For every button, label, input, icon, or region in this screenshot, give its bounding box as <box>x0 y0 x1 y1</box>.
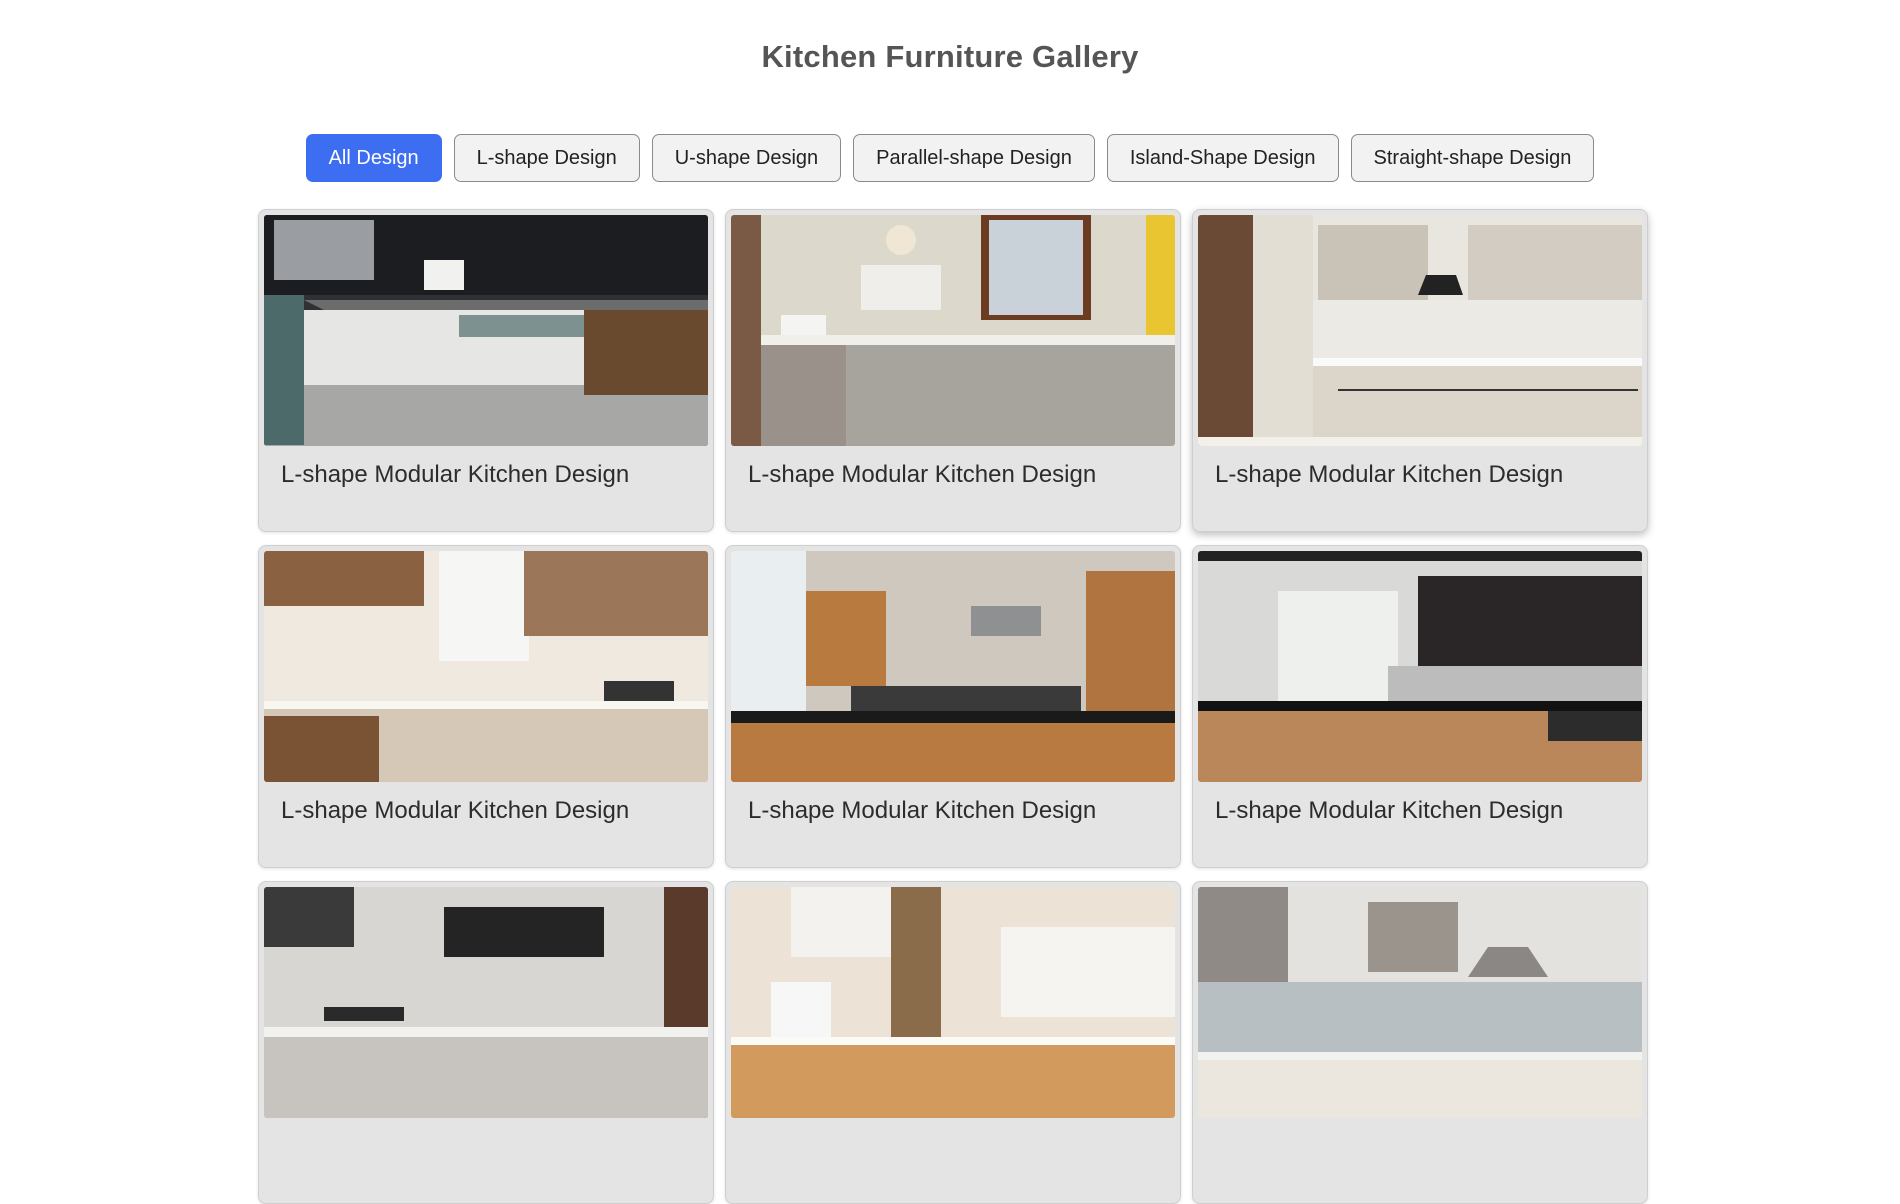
card-title: L-shape Modular Kitchen Design <box>281 461 630 488</box>
kitchen-image[interactable] <box>1198 551 1642 782</box>
filter-bar: All Design L-shape Design U-shape Design… <box>0 134 1900 182</box>
gallery-card[interactable]: L-shape Modular Kitchen Design <box>1192 545 1648 868</box>
kitchen-image[interactable] <box>1198 887 1642 1118</box>
card-title: L-shape Modular Kitchen Design <box>748 461 1097 488</box>
kitchen-image[interactable] <box>264 887 708 1118</box>
filter-u-shape-button[interactable]: U-shape Design <box>651 134 842 182</box>
gallery-card[interactable] <box>258 881 714 1204</box>
kitchen-image[interactable] <box>731 887 1175 1118</box>
page-title: Kitchen Furniture Gallery <box>761 38 1139 74</box>
filter-straight-shape-button[interactable]: Straight-shape Design <box>1350 134 1595 182</box>
kitchen-image[interactable] <box>264 215 708 446</box>
card-title: L-shape Modular Kitchen Design <box>281 797 630 824</box>
card-title: L-shape Modular Kitchen Design <box>1215 461 1564 488</box>
kitchen-image[interactable] <box>731 215 1175 446</box>
gallery-card[interactable]: L-shape Modular Kitchen Design <box>725 209 1181 532</box>
gallery-card[interactable]: L-shape Modular Kitchen Design <box>258 209 714 532</box>
kitchen-image[interactable] <box>731 551 1175 782</box>
gallery-grid: L-shape Modular Kitchen Design L-shape M… <box>258 209 1648 1204</box>
gallery-card[interactable] <box>1192 881 1648 1204</box>
gallery-card[interactable]: L-shape Modular Kitchen Design <box>258 545 714 868</box>
filter-island-shape-button[interactable]: Island-Shape Design <box>1106 134 1339 182</box>
filter-all-design-button[interactable]: All Design <box>305 134 442 182</box>
kitchen-image[interactable] <box>264 551 708 782</box>
filter-parallel-shape-button[interactable]: Parallel-shape Design <box>853 134 1095 182</box>
gallery-card[interactable]: L-shape Modular Kitchen Design <box>1192 209 1648 532</box>
filter-l-shape-button[interactable]: L-shape Design <box>453 134 640 182</box>
kitchen-image[interactable] <box>1198 215 1642 446</box>
gallery-card[interactable]: L-shape Modular Kitchen Design <box>725 545 1181 868</box>
gallery-card[interactable] <box>725 881 1181 1204</box>
card-title: L-shape Modular Kitchen Design <box>748 797 1097 824</box>
card-title: L-shape Modular Kitchen Design <box>1215 797 1564 824</box>
